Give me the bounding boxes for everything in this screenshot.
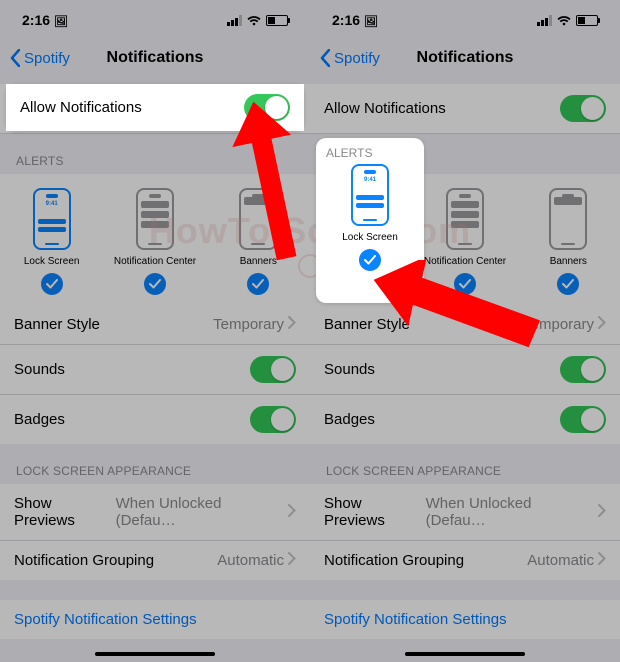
chevron-right-icon — [598, 504, 606, 521]
show-previews-label: Show Previews — [324, 495, 426, 529]
banners-check[interactable] — [247, 273, 269, 295]
nav-header: Spotify Notifications — [0, 40, 310, 76]
sounds-toggle[interactable] — [560, 356, 606, 383]
show-previews-row[interactable]: Show Previews When Unlocked (Defau… — [310, 484, 620, 541]
nav-header: Spotify Notifications — [310, 40, 620, 76]
chevron-left-icon — [320, 49, 330, 67]
wifi-icon — [557, 15, 571, 26]
status-bar: 2:16 🖼 — [0, 0, 310, 40]
notification-grouping-row[interactable]: Notification Grouping Automatic — [310, 541, 620, 580]
lock-screen-check[interactable] — [351, 273, 373, 295]
status-time: 2:16 🖼 — [22, 12, 68, 28]
alert-label: Banners — [550, 256, 587, 267]
badges-toggle[interactable] — [250, 406, 296, 433]
page-title: Notifications — [417, 49, 514, 67]
allow-notifications-toggle[interactable] — [560, 95, 606, 122]
show-previews-value: When Unlocked (Defau… — [116, 495, 296, 529]
chevron-right-icon — [288, 552, 296, 569]
badges-label: Badges — [324, 411, 375, 428]
banner-style-label: Banner Style — [14, 316, 100, 333]
chevron-left-icon — [10, 49, 20, 67]
allow-notifications-label: Allow Notifications — [14, 100, 136, 117]
sounds-row[interactable]: Sounds — [0, 345, 310, 395]
chevron-right-icon — [598, 552, 606, 569]
allow-notifications-row[interactable]: Allow Notifications — [0, 84, 310, 134]
back-label: Spotify — [334, 50, 380, 67]
chevron-right-icon — [288, 504, 296, 521]
status-indicators — [537, 15, 598, 26]
alert-label: Lock Screen — [24, 256, 80, 267]
banners-preview-icon — [549, 188, 587, 250]
notification-grouping-label: Notification Grouping — [324, 552, 464, 569]
notification-grouping-value: Automatic — [527, 552, 606, 569]
badges-toggle[interactable] — [560, 406, 606, 433]
notification-center-check[interactable] — [454, 273, 476, 295]
status-bar: 2:16 🖼 — [310, 0, 620, 40]
badges-row[interactable]: Badges — [310, 395, 620, 444]
status-time: 2:16 🖼 — [332, 12, 378, 28]
alert-label: Lock Screen — [334, 256, 390, 267]
banner-style-label: Banner Style — [324, 316, 410, 333]
show-previews-row[interactable]: Show Previews When Unlocked (Defau… — [0, 484, 310, 541]
allow-notifications-row[interactable]: Allow Notifications — [310, 84, 620, 134]
banner-style-row[interactable]: Banner Style Temporary — [0, 305, 310, 345]
spotify-notification-settings-label: Spotify Notification Settings — [324, 611, 507, 628]
alert-label: Notification Center — [424, 256, 506, 267]
alerts-header: ALERTS — [0, 134, 310, 174]
sounds-toggle[interactable] — [250, 356, 296, 383]
banner-style-value: Temporary — [213, 316, 296, 333]
spotify-notification-settings-label: Spotify Notification Settings — [14, 611, 197, 628]
lock-screen-check[interactable] — [41, 273, 63, 295]
alert-label: Banners — [240, 256, 277, 267]
banner-style-row[interactable]: Banner Style Temporary — [310, 305, 620, 345]
notification-grouping-label: Notification Grouping — [14, 552, 154, 569]
lock-screen-appearance-header: LOCK SCREEN APPEARANCE — [0, 444, 310, 484]
alert-lock-screen[interactable]: 9:41 Lock Screen — [0, 188, 103, 295]
alert-banners[interactable]: Banners — [517, 188, 620, 295]
back-label: Spotify — [24, 50, 70, 67]
back-button[interactable]: Spotify — [10, 49, 70, 67]
sounds-row[interactable]: Sounds — [310, 345, 620, 395]
banners-check[interactable] — [557, 273, 579, 295]
spotify-settings-group: Spotify Notification Settings — [0, 600, 310, 639]
badges-row[interactable]: Badges — [0, 395, 310, 444]
allow-notifications-toggle[interactable] — [250, 95, 296, 122]
sounds-label: Sounds — [14, 361, 65, 378]
page-title: Notifications — [107, 49, 204, 67]
allow-notifications-label: Allow Notifications — [324, 100, 446, 117]
lock-screen-appearance-group: Show Previews When Unlocked (Defau… Noti… — [310, 484, 620, 580]
watermark: HowToISolve.com — [149, 210, 471, 252]
spotify-notification-settings-row[interactable]: Spotify Notification Settings — [310, 600, 620, 639]
battery-icon — [576, 15, 598, 26]
cellular-icon — [227, 15, 242, 26]
cellular-icon — [537, 15, 552, 26]
banner-style-value: Temporary — [523, 316, 606, 333]
alert-label: Notification Center — [114, 256, 196, 267]
back-button[interactable]: Spotify — [320, 49, 380, 67]
show-previews-label: Show Previews — [14, 495, 116, 529]
show-previews-value: When Unlocked (Defau… — [426, 495, 606, 529]
stamp-mark — [296, 252, 324, 280]
alerts-header: ALERTS — [310, 134, 620, 174]
phone-right: 2:16 🖼 Spotify Notifications Allow Notif… — [310, 0, 620, 662]
sounds-label: Sounds — [324, 361, 375, 378]
notification-center-check[interactable] — [144, 273, 166, 295]
spotify-settings-group: Spotify Notification Settings — [310, 600, 620, 639]
badges-label: Badges — [14, 411, 65, 428]
home-indicator — [405, 652, 525, 656]
notification-grouping-value: Automatic — [217, 552, 296, 569]
home-indicator — [95, 652, 215, 656]
lock-screen-appearance-header: LOCK SCREEN APPEARANCE — [310, 444, 620, 484]
spotify-notification-settings-row[interactable]: Spotify Notification Settings — [0, 600, 310, 639]
notification-grouping-row[interactable]: Notification Grouping Automatic — [0, 541, 310, 580]
battery-icon — [266, 15, 288, 26]
status-indicators — [227, 15, 288, 26]
lock-screen-appearance-group: Show Previews When Unlocked (Defau… Noti… — [0, 484, 310, 580]
wifi-icon — [247, 15, 261, 26]
chevron-right-icon — [288, 316, 296, 333]
lock-screen-preview-icon: 9:41 — [33, 188, 71, 250]
phone-left: 2:16 🖼 Spotify Notifications Allow Notif… — [0, 0, 310, 662]
chevron-right-icon — [598, 316, 606, 333]
